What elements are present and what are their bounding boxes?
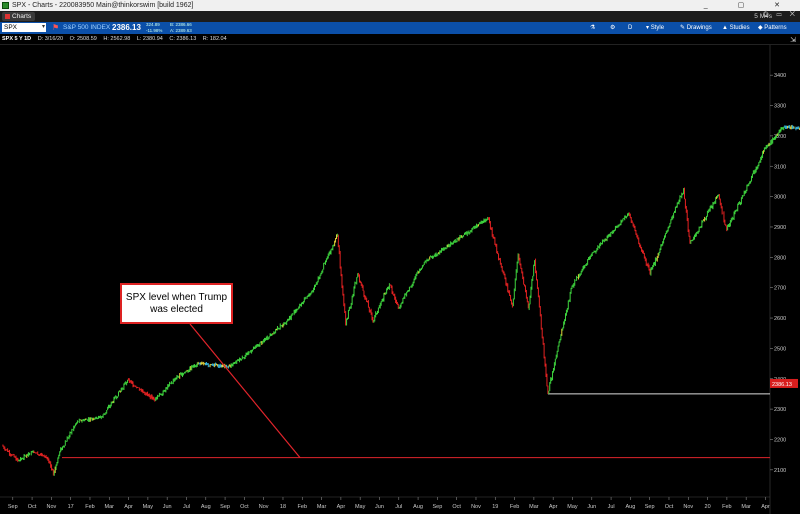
symbol-period: SPX 5 Y 1D — [2, 36, 32, 42]
y-tick-label: 3100 — [774, 164, 786, 170]
x-tick-label: Feb — [298, 504, 307, 510]
y-tick-label: 3300 — [774, 104, 786, 110]
x-tick-label: Nov — [471, 504, 481, 510]
change-percent: -11.98% — [146, 28, 163, 33]
x-tick-label: Apr — [124, 504, 133, 510]
x-tick-label: Feb — [85, 504, 94, 510]
studies-label: Studies — [729, 25, 750, 31]
x-tick-label: Oct — [665, 504, 674, 510]
menubar-window-buttons[interactable]: ⎙ ▭ ✕ — [763, 11, 798, 19]
window-title: SPX - Charts - 220083950 Main@thinkorswi… — [12, 2, 194, 9]
info-range: R: 182.04 — [202, 36, 227, 42]
y-tick-label: 2900 — [774, 225, 786, 231]
x-tick-label: 18 — [280, 504, 286, 510]
x-tick-label: Jul — [183, 504, 190, 510]
drawings-button[interactable]: ✎ Drawings — [680, 22, 712, 34]
x-tick-label: 20 — [705, 504, 711, 510]
x-tick-label: Sep — [645, 504, 655, 510]
last-price: 2386.13 — [112, 23, 141, 32]
bid-value: B: 2386.66 — [170, 22, 192, 27]
aggregation-button[interactable]: D — [628, 22, 632, 34]
y-tick-label: 2800 — [774, 255, 786, 261]
gear-icon[interactable]: ⚙ — [610, 22, 615, 34]
patterns-button[interactable]: ◆ Patterns — [758, 22, 787, 34]
price-chart[interactable]: Sep Oct Nov 17 Feb Mar Apr May Jun Jul Aug Sep Oct No… — [0, 45, 800, 514]
tab-charts[interactable]: Charts — [2, 12, 36, 21]
x-tick-label: Feb — [510, 504, 519, 510]
x-tick-label: Nov — [683, 504, 693, 510]
info-date: D: 3/16/20 — [37, 36, 64, 42]
y-tick-label: 2100 — [774, 468, 786, 474]
x-tick-label: Jul — [608, 504, 615, 510]
y-tick-label: 2500 — [774, 346, 786, 352]
x-tick-label: 17 — [68, 504, 74, 510]
price-bars — [2, 124, 800, 476]
x-tick-label: Jun — [163, 504, 172, 510]
y-tick-label: 3000 — [774, 195, 786, 201]
info-low: L: 2380.94 — [136, 36, 163, 42]
link-icon[interactable]: ⇲ — [790, 36, 796, 44]
last-price-tag-label: 2386.13 — [772, 382, 792, 388]
y-tick-label: 2700 — [774, 286, 786, 292]
window-controls[interactable]: _ ▢ ✕ — [704, 0, 794, 11]
x-tick-label: Aug — [625, 504, 635, 510]
x-tick-label: Jun — [375, 504, 384, 510]
x-tick-label: Mar — [741, 504, 751, 510]
x-tick-label: Jun — [587, 504, 596, 510]
x-tick-label: May — [567, 504, 578, 510]
chart-toolbar: SPX ⚑ S&P 500 INDEX 2386.13 324.89-11.98… — [0, 22, 800, 34]
x-tick-label: Oct — [240, 504, 249, 510]
style-button[interactable]: ▾ Style — [646, 22, 664, 34]
info-high: H: 2562.98 — [103, 36, 131, 42]
x-tick-label: May — [355, 504, 366, 510]
bid-ask: B: 2386.66 A: 2389.63 — [170, 22, 192, 34]
x-tick-label: Jul — [395, 504, 402, 510]
change-value: 324.89 — [146, 22, 160, 27]
x-tick-label: Apr — [549, 504, 558, 510]
x-tick-label: Oct — [452, 504, 461, 510]
x-tick-label: Apr — [337, 504, 346, 510]
menu-bar: Charts 5 M4s ⎙ ▭ ✕ — [0, 11, 800, 22]
flag-icon[interactable]: ⚑ — [52, 22, 59, 34]
symbol-input[interactable]: SPX — [2, 23, 46, 32]
x-tick-label: Mar — [529, 504, 539, 510]
x-tick-label: Mar — [105, 504, 115, 510]
x-tick-label: Sep — [432, 504, 442, 510]
window-titlebar: SPX - Charts - 220083950 Main@thinkorswi… — [0, 0, 800, 11]
x-tick-label: Aug — [413, 504, 423, 510]
x-tick-label: Aug — [201, 504, 211, 510]
y-tick-label: 2200 — [774, 437, 786, 443]
x-tick-label: Sep — [8, 504, 18, 510]
x-tick-label: May — [143, 504, 154, 510]
info-open: O: 2508.59 — [69, 36, 97, 42]
flask-icon[interactable]: ⚗ — [590, 22, 595, 34]
x-tick-label: Feb — [722, 504, 731, 510]
patterns-label: Patterns — [764, 25, 787, 31]
ask-value: A: 2389.63 — [170, 28, 192, 33]
x-tick-label: Oct — [28, 504, 37, 510]
x-tick-label: 19 — [492, 504, 498, 510]
studies-button[interactable]: ▲ Studies — [722, 22, 750, 34]
x-axis: Sep Oct Nov 17 Feb Mar Apr May Jun Jul Aug Sep Oct No… — [0, 496, 770, 510]
price-change: 324.89 -11.98% — [146, 22, 162, 34]
info-close: C: 2386.13 — [169, 36, 197, 42]
style-label: Style — [650, 25, 665, 31]
x-tick-label: Nov — [46, 504, 56, 510]
annotation-callout: SPX level when Trump was elected — [120, 283, 233, 324]
y-axis: 2100220023002400250026002700280029003000… — [769, 45, 786, 514]
y-tick-label: 2300 — [774, 407, 786, 413]
y-tick-label: 2600 — [774, 316, 786, 322]
x-tick-label: Sep — [220, 504, 230, 510]
x-tick-label: Apr — [761, 504, 770, 510]
y-tick-label: 3400 — [774, 73, 786, 79]
x-tick-label: Mar — [317, 504, 327, 510]
drawings-label: Drawings — [686, 25, 712, 31]
ohlc-infobar: SPX 5 Y 1D D: 3/16/20 O: 2508.59 H: 2562… — [0, 34, 800, 45]
instrument-name: S&P 500 INDEX — [63, 24, 111, 31]
x-tick-label: Nov — [259, 504, 269, 510]
annotation-pointer-line — [189, 323, 301, 459]
app-icon — [2, 2, 9, 9]
level-lines — [62, 393, 770, 459]
